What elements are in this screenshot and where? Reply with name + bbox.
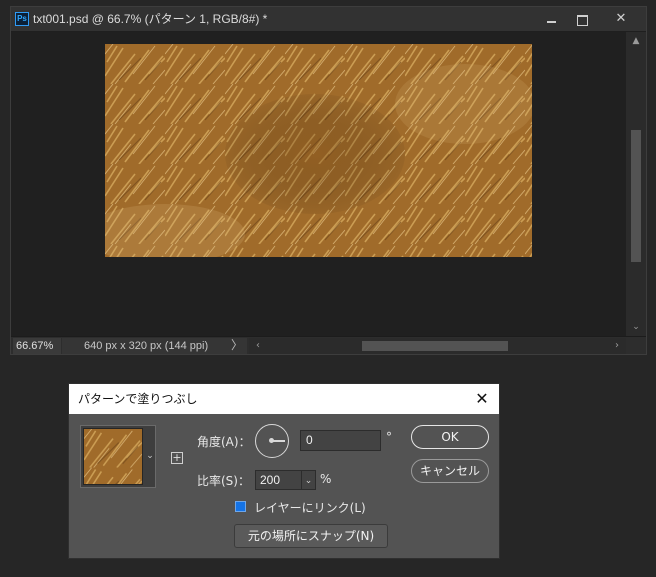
close-icon[interactable]: ✕ [469, 386, 495, 412]
angle-dial-center [269, 438, 274, 443]
angle-dial[interactable] [255, 424, 289, 458]
minimize-button[interactable] [537, 7, 567, 32]
document-tab[interactable]: Ps txt001.psd @ 66.7% (パターン 1, RGB/8#) *… [11, 7, 646, 32]
snap-to-origin-button[interactable]: 元の場所にスナップ(N) [234, 524, 388, 548]
pattern-swatch [83, 428, 143, 485]
horizontal-scroll-thumb[interactable] [362, 341, 508, 351]
scale-label: 比率(S)： [197, 474, 250, 488]
chevron-down-icon[interactable]: ⌄ [144, 426, 156, 487]
scroll-up-icon[interactable]: ▲ [626, 34, 646, 48]
status-bar: 66.67% 640 px x 320 px (144 ppi) 〉 ‹ › [11, 336, 646, 354]
add-pattern-preset-icon[interactable]: + [171, 452, 183, 464]
document-info: 640 px x 320 px (144 ppi) [62, 338, 247, 354]
close-icon: ✕ [615, 11, 627, 26]
canvas-area[interactable] [11, 32, 626, 336]
info-menu-chevron-icon[interactable]: 〉 [231, 337, 243, 355]
cancel-button[interactable]: キャンセル [411, 459, 489, 483]
zoom-level-field[interactable]: 66.67% [13, 338, 61, 354]
document-title: txt001.psd @ 66.7% (パターン 1, RGB/8#) * [33, 12, 268, 26]
photoshop-file-icon: Ps [15, 12, 29, 26]
horizontal-scrollbar[interactable]: ‹ › [249, 338, 626, 354]
pattern-fill-image [105, 44, 532, 257]
maximize-button[interactable] [567, 7, 597, 32]
scale-dropdown[interactable]: 200 ⌄ [255, 470, 316, 490]
pattern-picker[interactable]: ⌄ [80, 425, 156, 488]
angle-label: 角度(A)： [197, 435, 251, 449]
ok-button[interactable]: OK [411, 425, 489, 449]
scroll-left-icon[interactable]: ‹ [251, 338, 265, 354]
scale-value: 200 [260, 473, 281, 487]
angle-unit: ° [386, 430, 392, 444]
chevron-down-icon[interactable]: ⌄ [301, 471, 315, 489]
dialog-title: パターンで塗りつぶし [78, 392, 198, 406]
document-window: Ps txt001.psd @ 66.7% (パターン 1, RGB/8#) *… [10, 6, 647, 355]
scale-unit: % [320, 472, 332, 486]
fill-pattern-dialog: パターンで塗りつぶし ✕ ⌄ + 角度(A)： 0 ° 比率(S)： 200 ⌄… [68, 383, 500, 559]
close-window-button[interactable]: ✕ [597, 7, 645, 32]
link-with-layer-label: レイヤーにリンク(L) [254, 501, 366, 515]
vertical-scrollbar[interactable]: ▲ ⌄ [626, 32, 646, 336]
link-with-layer-checkbox[interactable] [235, 501, 246, 512]
scroll-down-icon[interactable]: ⌄ [626, 320, 646, 334]
angle-input[interactable]: 0 [300, 430, 381, 451]
dialog-titlebar[interactable]: パターンで塗りつぶし ✕ [69, 384, 499, 414]
scroll-right-icon[interactable]: › [610, 338, 624, 354]
vertical-scroll-thumb[interactable] [631, 130, 641, 262]
